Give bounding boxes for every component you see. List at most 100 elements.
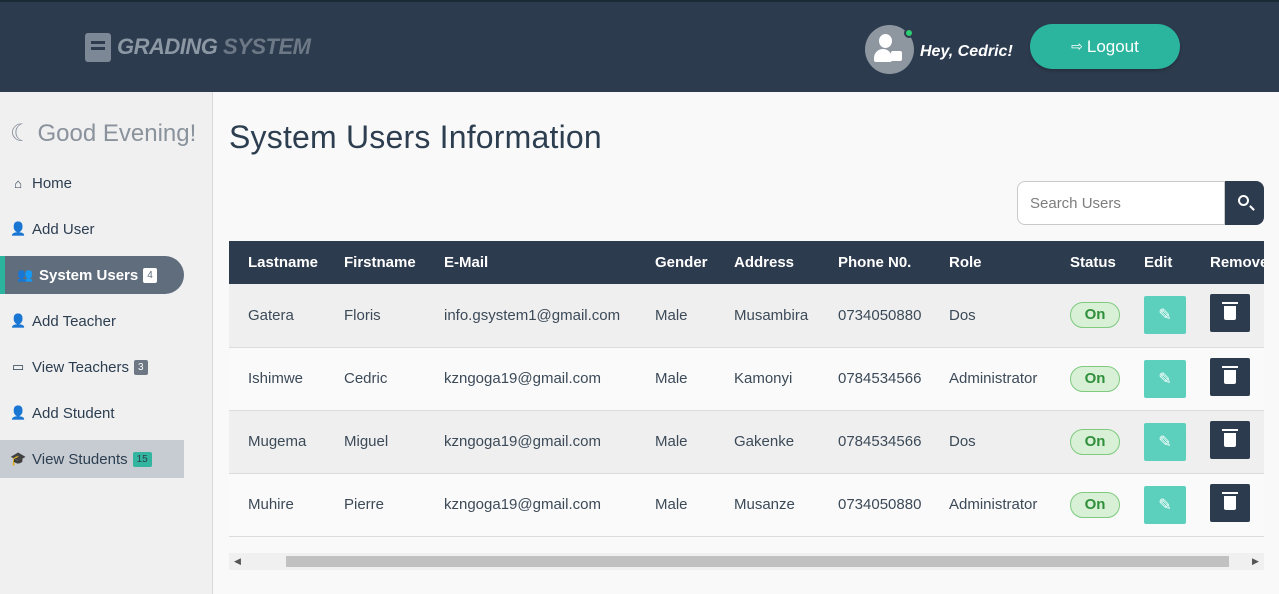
- scroll-right-arrow-icon[interactable]: ▶: [1247, 553, 1264, 570]
- brand-logo[interactable]: GRADING SYSTEM: [85, 32, 311, 62]
- column-header[interactable]: Remove: [1191, 241, 1264, 284]
- edit-button[interactable]: ✎: [1144, 359, 1186, 398]
- home-icon: ⌂: [14, 175, 22, 191]
- count-badge: 3: [134, 359, 148, 375]
- email-cell: kzngoga19@gmail.com: [444, 496, 601, 513]
- sidebar: ☾ Good Evening! ⌂ Home 👤 Add User 👥 Syst…: [0, 92, 213, 594]
- sidebar-item-view-students[interactable]: 🎓 View Students 15: [0, 440, 184, 478]
- sign-out-icon: ⇨: [1071, 38, 1083, 54]
- remove-button[interactable]: [1210, 483, 1250, 522]
- gender-cell: Male: [655, 370, 688, 387]
- column-header[interactable]: Firstname: [325, 241, 425, 284]
- user-avatar[interactable]: [865, 25, 914, 74]
- sidebar-item-view-teachers[interactable]: ▭ View Teachers 3: [0, 348, 213, 386]
- search-icon: [1238, 195, 1249, 206]
- search-button[interactable]: [1225, 181, 1264, 225]
- remove-button[interactable]: [1210, 357, 1250, 396]
- firstname-cell: Cedric: [344, 370, 388, 387]
- edit-cell: ✎: [1125, 347, 1191, 410]
- edit-button[interactable]: ✎: [1144, 296, 1186, 335]
- sidebar-item-add-student[interactable]: 👤 Add Student: [0, 394, 213, 432]
- scroll-left-arrow-icon[interactable]: ◀: [229, 553, 246, 570]
- lastname-cell: Ishimwe: [248, 370, 304, 387]
- avatar-head: [879, 34, 892, 48]
- pencil-icon: ✎: [1158, 370, 1172, 388]
- edit-button[interactable]: ✎: [1144, 485, 1186, 524]
- phone-cell: 0734050880: [838, 496, 922, 513]
- add-user-icon: 👤: [10, 221, 27, 236]
- remove-button[interactable]: [1210, 294, 1250, 333]
- edit-button[interactable]: ✎: [1144, 422, 1186, 461]
- column-header[interactable]: Role: [930, 241, 1051, 284]
- status-cell: On: [1051, 473, 1125, 536]
- role-cell: Dos: [949, 306, 976, 324]
- table-header-row: Lastname Firstname E-Mail Gender Address…: [229, 241, 1264, 284]
- sidebar-item-label: System Users: [39, 266, 139, 284]
- gender-cell: Male: [655, 496, 688, 513]
- address-cell: Gakenke: [734, 433, 795, 450]
- table-row: Gatera Floris info.gsystem1@gmail.com Ma…: [229, 284, 1264, 347]
- edit-cell: ✎: [1125, 284, 1191, 347]
- trash-icon: [1222, 365, 1238, 384]
- remove-cell: [1191, 347, 1264, 410]
- pencil-icon: ✎: [1158, 433, 1172, 451]
- column-header[interactable]: Status: [1051, 241, 1125, 284]
- search-input[interactable]: [1017, 181, 1225, 225]
- table-row: Mugema Miguel kzngoga19@gmail.com Male G…: [229, 410, 1264, 473]
- column-header[interactable]: Phone N0.: [819, 241, 930, 284]
- sidebar-item-system-users[interactable]: 👥 System Users 4: [0, 256, 184, 294]
- email-cell: kzngoga19@gmail.com: [444, 370, 601, 387]
- book-icon: [85, 32, 111, 62]
- remove-cell: [1191, 284, 1264, 347]
- sidebar-item-home[interactable]: ⌂ Home: [0, 164, 213, 202]
- sidebar-item-label: View Teachers: [32, 358, 130, 376]
- sidebar-item-add-user[interactable]: 👤 Add User: [0, 210, 213, 248]
- logout-button[interactable]: ⇨ Logout: [1030, 24, 1180, 69]
- moon-icon: ☾: [10, 120, 32, 147]
- column-header[interactable]: E-Mail: [425, 241, 636, 284]
- status-badge[interactable]: On: [1070, 491, 1120, 518]
- remove-button[interactable]: [1210, 420, 1250, 459]
- users-table-container: Lastname Firstname E-Mail Gender Address…: [229, 241, 1264, 537]
- lastname-cell: Mugema: [248, 433, 307, 450]
- sidebar-item-add-teacher[interactable]: 👤 Add Teacher: [0, 302, 213, 340]
- trash-icon: [1222, 302, 1238, 321]
- status-badge[interactable]: On: [1070, 428, 1120, 455]
- avatar-body: [874, 49, 892, 62]
- pencil-icon: ✎: [1158, 307, 1172, 325]
- horizontal-scrollbar[interactable]: ◀ ▶: [229, 553, 1264, 570]
- phone-cell: 0734050880: [838, 306, 922, 324]
- table-row: Muhire Pierre kzngoga19@gmail.com Male M…: [229, 473, 1264, 536]
- column-header[interactable]: Gender: [636, 241, 715, 284]
- address-cell: Kamonyi: [734, 370, 793, 387]
- status-cell: On: [1051, 347, 1125, 410]
- firstname-cell: Floris: [344, 306, 381, 324]
- status-cell: On: [1051, 284, 1125, 347]
- status-badge[interactable]: On: [1070, 302, 1120, 329]
- sidebar-item-label: Home: [32, 174, 73, 192]
- address-cell: Musanze: [734, 496, 795, 513]
- firstname-cell: Pierre: [344, 496, 385, 513]
- edit-cell: ✎: [1125, 473, 1191, 536]
- trash-icon: [1222, 428, 1238, 447]
- email-cell: info.gsystem1@gmail.com: [444, 306, 621, 324]
- remove-cell: [1191, 473, 1264, 536]
- add-teacher-icon: 👤: [10, 313, 27, 328]
- teacher-icon: ▭: [11, 359, 25, 374]
- status-badge[interactable]: On: [1070, 365, 1120, 392]
- sidebar-item-label: Add User: [32, 220, 95, 238]
- remove-cell: [1191, 410, 1264, 473]
- trash-icon: [1222, 491, 1238, 510]
- gender-cell: Male: [655, 433, 688, 450]
- email-cell: kzngoga19@gmail.com: [444, 433, 601, 450]
- column-header[interactable]: Lastname: [229, 241, 325, 284]
- edit-cell: ✎: [1125, 410, 1191, 473]
- column-header[interactable]: Edit: [1125, 241, 1191, 284]
- lock-icon: [891, 51, 902, 61]
- users-icon: 👥: [17, 267, 34, 282]
- column-header[interactable]: Address: [715, 241, 819, 284]
- scrollbar-thumb[interactable]: [286, 556, 1229, 567]
- student-icon: 🎓: [10, 451, 27, 466]
- users-table: Lastname Firstname E-Mail Gender Address…: [229, 241, 1264, 537]
- gender-cell: Male: [655, 306, 688, 324]
